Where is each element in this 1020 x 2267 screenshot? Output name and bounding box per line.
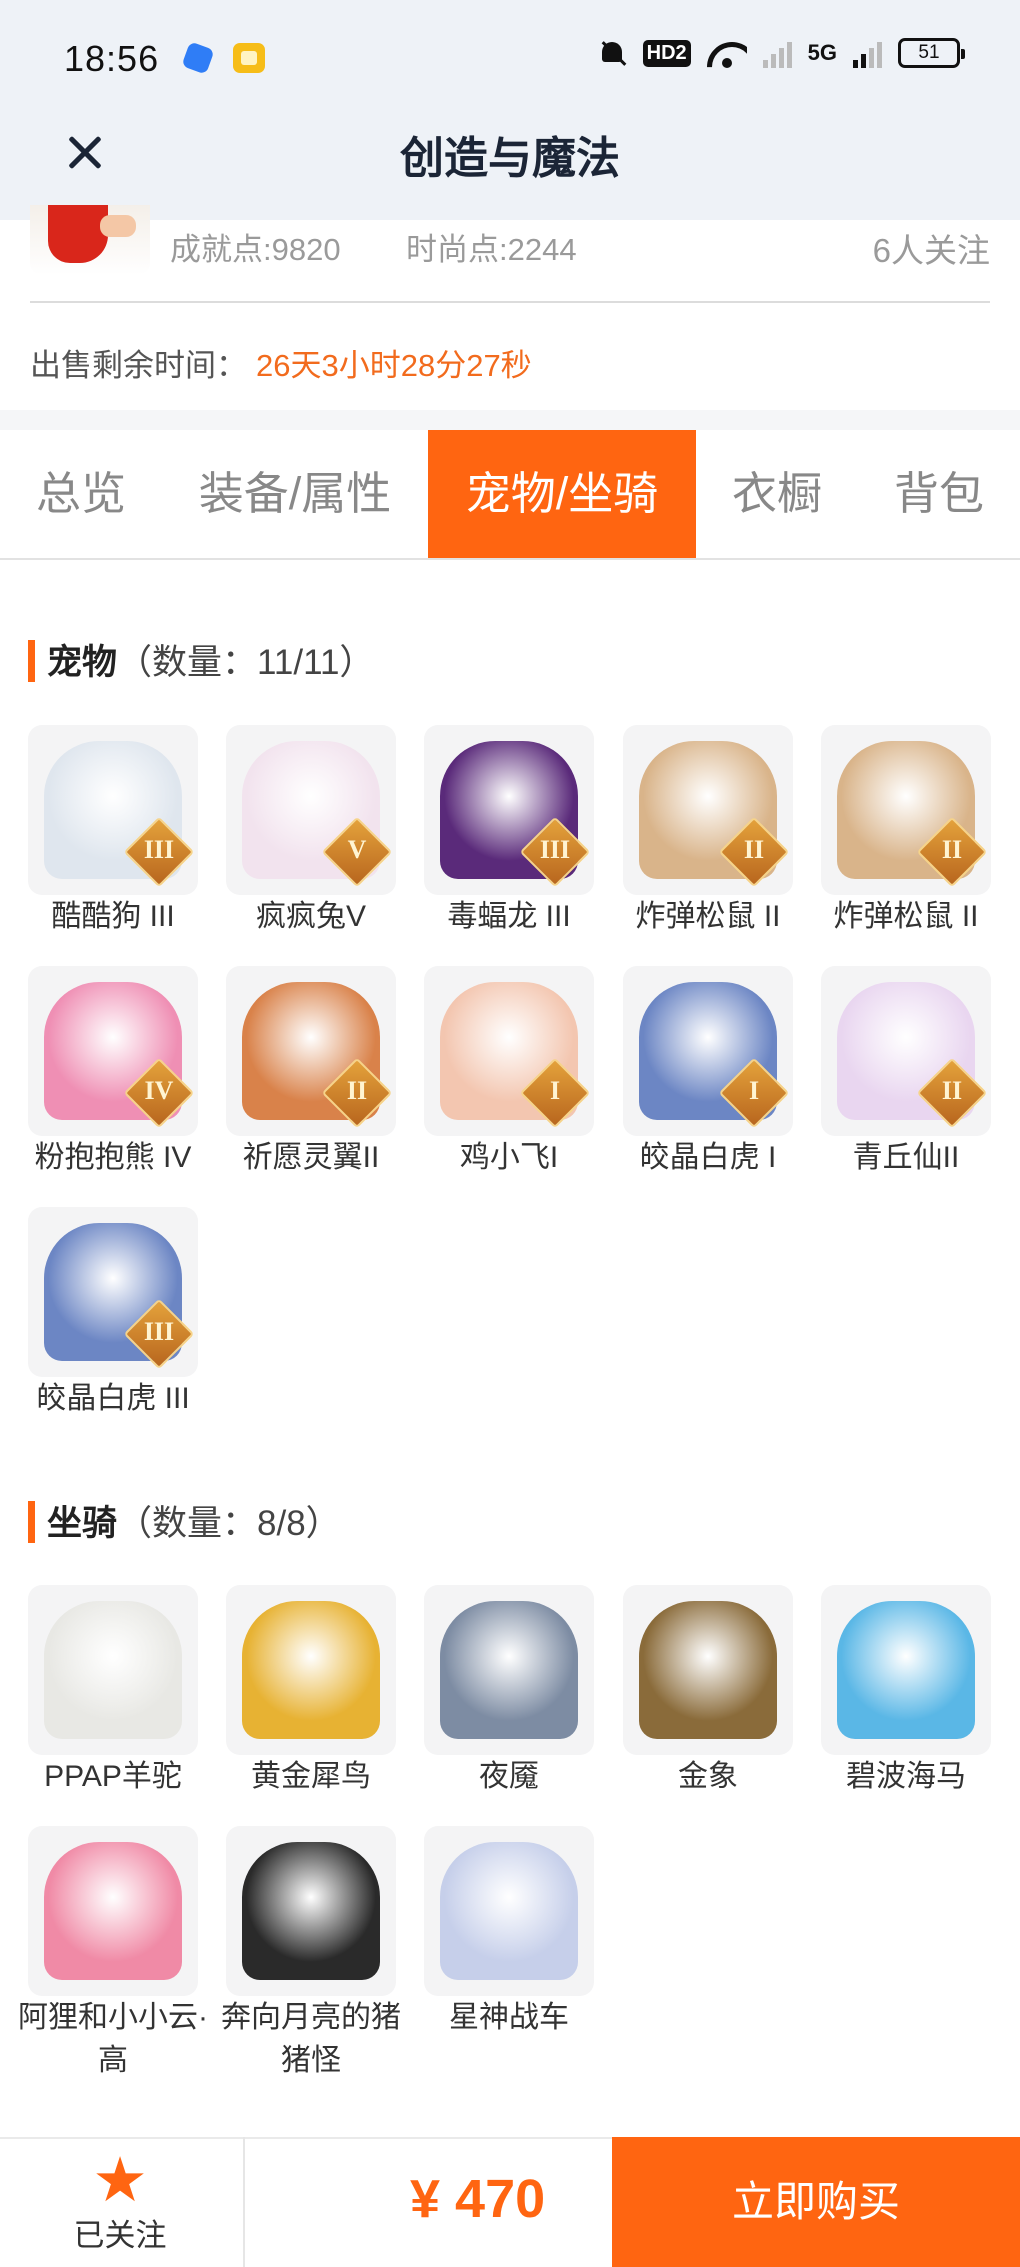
item-name: 皎晶白虎 I xyxy=(639,1141,777,1174)
night-mare-icon xyxy=(440,1601,578,1739)
item-name: 皎晶白虎 III xyxy=(36,1382,190,1415)
item-tile[interactable]: IV xyxy=(28,966,198,1136)
item-name: 炸弹松鼠 II xyxy=(833,900,979,933)
tab-wardrobe[interactable]: 衣橱 xyxy=(696,430,858,558)
tab-pets-mounts[interactable]: 宠物/坐骑 xyxy=(428,430,696,558)
item-name: 酷酷狗 III xyxy=(51,900,175,933)
item-tile[interactable]: II xyxy=(623,725,793,895)
section-accent-bar xyxy=(28,1501,35,1543)
buy-now-button[interactable]: 立即购买 xyxy=(612,2137,1020,2267)
item-name: 黄金犀鸟 xyxy=(251,1760,371,1793)
alpaca-icon xyxy=(44,1601,182,1739)
item-tile[interactable]: III xyxy=(28,1207,198,1377)
item-name: 星神战车 xyxy=(449,2001,569,2034)
seahorse-icon xyxy=(837,1601,975,1739)
pets-title: 宠物 xyxy=(47,643,118,682)
mounts-count: （数量：8/8） xyxy=(117,1504,341,1543)
tab-backpack[interactable]: 背包 xyxy=(858,430,1020,558)
item-name: 青丘仙II xyxy=(852,1141,960,1174)
item-tile[interactable]: I xyxy=(623,966,793,1136)
star-chariot-icon xyxy=(440,1842,578,1980)
item-name: 金象 xyxy=(678,1760,738,1793)
status-time: 18:56 xyxy=(64,38,160,79)
item-tile[interactable]: II xyxy=(821,966,991,1136)
item-name: 炸弹松鼠 II xyxy=(635,900,781,933)
tier-label: I xyxy=(748,1076,760,1105)
tier-label: V xyxy=(347,835,367,864)
time-left-value: 26天3小时28分27秒 xyxy=(256,348,532,383)
item-tile[interactable]: III xyxy=(28,725,198,895)
tab-equipment[interactable]: 装备/属性 xyxy=(162,430,428,558)
item-name: 疯疯兔V xyxy=(255,900,366,933)
item-name: 碧波海马 xyxy=(846,1760,966,1793)
notes-app-icon xyxy=(233,43,265,73)
fashion-points: 时尚点:2244 xyxy=(406,232,577,267)
follow-label[interactable]: 已关注 xyxy=(60,2210,180,2255)
network-type-label: 5G xyxy=(807,40,837,65)
tier-label: III xyxy=(143,835,175,864)
ali-cloud-icon xyxy=(44,1842,182,1980)
item-name: 阿狸和小小云·高 xyxy=(18,2001,208,2077)
item-tile[interactable] xyxy=(424,1585,594,1755)
page-title: 创造与魔法 xyxy=(400,134,620,183)
item-tile[interactable] xyxy=(623,1585,793,1755)
tier-label: II xyxy=(941,835,963,864)
item-name: 夜魇 xyxy=(479,1760,539,1793)
tier-label: II xyxy=(743,835,765,864)
tier-label: II xyxy=(941,1076,963,1105)
tier-label: I xyxy=(549,1076,561,1105)
section-accent-bar xyxy=(28,640,35,682)
signal-icon xyxy=(762,38,792,68)
mute-bell-icon xyxy=(597,38,627,68)
item-name: PPAP羊驼 xyxy=(44,1760,182,1793)
seller-avatar[interactable] xyxy=(30,205,150,275)
item-tile[interactable]: V xyxy=(226,725,396,895)
time-left-label: 出售剩余时间： xyxy=(30,348,247,383)
mounts-section-title: 坐骑（数量：8/8） xyxy=(28,1495,341,1546)
item-name: 奔向月亮的猪猪怪 xyxy=(221,2001,401,2077)
item-tile[interactable] xyxy=(28,1585,198,1755)
tier-label: II xyxy=(346,1076,368,1105)
wifi-icon xyxy=(707,38,747,68)
item-tile[interactable] xyxy=(424,1826,594,1996)
item-tile[interactable]: I xyxy=(424,966,594,1136)
item-tile[interactable] xyxy=(226,1585,396,1755)
section-gap xyxy=(0,410,1020,430)
item-tile[interactable]: III xyxy=(424,725,594,895)
tab-bar: 总览 装备/属性 宠物/坐骑 衣橱 背包 xyxy=(0,430,1020,560)
pets-count: （数量：11/11） xyxy=(117,643,375,682)
tier-label: III xyxy=(539,835,571,864)
divider xyxy=(30,301,990,303)
hd-icon: HD2 xyxy=(642,39,691,67)
item-name: 祈愿灵翼II xyxy=(242,1141,380,1174)
item-name: 粉抱抱熊 IV xyxy=(34,1141,192,1174)
signal-5g-icon xyxy=(853,38,882,68)
golden-hornbill-icon xyxy=(242,1601,380,1739)
divider xyxy=(243,2137,245,2267)
item-tile[interactable]: II xyxy=(821,725,991,895)
mounts-title: 坐骑 xyxy=(47,1504,118,1543)
golden-elephant-icon xyxy=(639,1601,777,1739)
follower-count: 6人关注 xyxy=(872,232,990,269)
item-tile[interactable] xyxy=(28,1826,198,1996)
tier-label: IV xyxy=(144,1076,174,1105)
tier-label: III xyxy=(143,1317,175,1346)
status-icons: HD2 5G 51 xyxy=(597,38,965,68)
price: ¥ 470 xyxy=(410,2169,546,2229)
item-tile[interactable] xyxy=(821,1585,991,1755)
tab-overview[interactable]: 总览 xyxy=(0,430,162,558)
pets-section-title: 宠物（数量：11/11） xyxy=(28,634,374,685)
moon-pig-icon xyxy=(242,1842,380,1980)
item-tile[interactable]: II xyxy=(226,966,396,1136)
star-icon[interactable]: ★ xyxy=(92,2150,148,2212)
item-name: 鸡小飞I xyxy=(459,1141,559,1174)
item-tile[interactable] xyxy=(226,1826,396,1996)
item-name: 毒蝠龙 III xyxy=(447,900,571,933)
battery-icon: 51 xyxy=(898,38,965,68)
achievement-points: 成就点:9820 xyxy=(170,232,341,267)
